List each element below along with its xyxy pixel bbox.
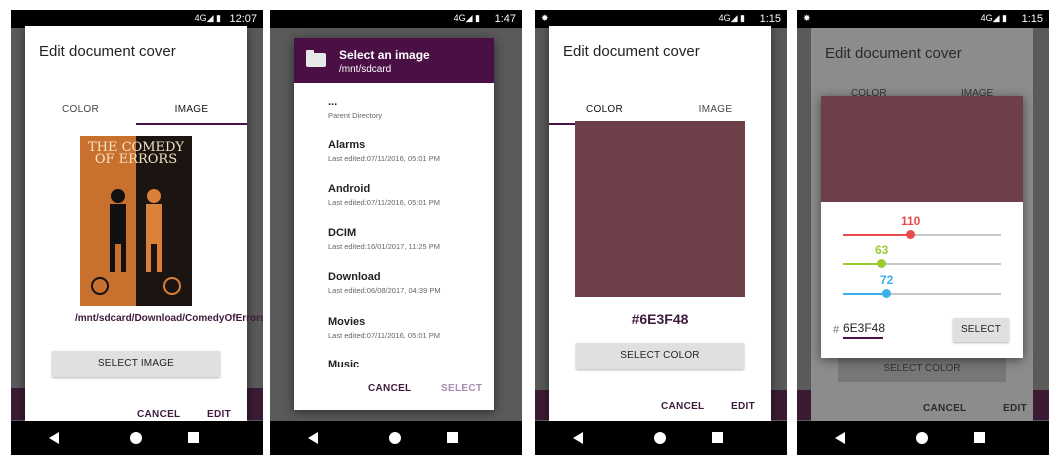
- list-item[interactable]: Music: [328, 359, 359, 367]
- back-icon[interactable]: [308, 432, 318, 444]
- edit-button[interactable]: EDIT: [207, 409, 231, 420]
- back-icon[interactable]: [573, 432, 583, 444]
- item-meta: Last edited:07/11/2016, 05:01 PM: [328, 198, 441, 207]
- recents-icon[interactable]: [447, 432, 458, 443]
- dialog-title: Edit document cover: [825, 45, 962, 62]
- file-path: /mnt/sdcard/Download/ComedyOfErrors.jpg: [75, 313, 263, 324]
- picker-actions: CANCEL SELECT: [294, 373, 494, 410]
- color-picker-dialog: 110 63 72 # 6E3F48 SELECT: [821, 96, 1023, 358]
- tab-color[interactable]: COLOR: [549, 104, 660, 115]
- item-meta: Parent Directory: [328, 111, 383, 120]
- green-slider-thumb[interactable]: [877, 259, 886, 268]
- item-meta: Last edited:07/11/2016, 05:01 PM: [328, 154, 441, 163]
- cancel-button[interactable]: CANCEL: [661, 401, 704, 412]
- status-time: 1:15: [1021, 13, 1043, 25]
- item-name: Music: [328, 359, 360, 367]
- active-tab-indicator: [136, 123, 247, 125]
- picker-path: /mnt/sdcard: [339, 64, 392, 75]
- status-time: 1:15: [759, 13, 781, 25]
- select-color-button-dimmed: SELECT COLOR: [838, 356, 1006, 382]
- tab-bar: COLOR IMAGE: [25, 98, 247, 125]
- dialog-title: Edit document cover: [563, 43, 700, 60]
- item-name: DCIM: [328, 227, 357, 239]
- item-meta: Last edited:16/01/2017, 11:25 PM: [328, 242, 441, 251]
- blue-slider-fill: [843, 293, 887, 295]
- item-meta: Last edited:07/11/2016, 05:01 PM: [328, 331, 441, 340]
- list-item[interactable]: Android Last edited:07/11/2016, 05:01 PM: [328, 183, 440, 207]
- cancel-button[interactable]: CANCEL: [137, 409, 180, 420]
- home-icon[interactable]: [654, 432, 666, 444]
- status-bar: ✸ 4G◢ ▮ 1:15: [797, 10, 1049, 28]
- signal-icon: 4G◢ ▮: [194, 13, 221, 23]
- edit-button[interactable]: EDIT: [731, 401, 755, 412]
- select-image-button[interactable]: SELECT IMAGE: [52, 351, 220, 377]
- list-item[interactable]: DCIM Last edited:16/01/2017, 11:25 PM: [328, 227, 440, 251]
- nav-bar: [535, 421, 787, 455]
- hex-label: #6E3F48: [631, 311, 689, 327]
- item-meta: Last edited:06/08/2017, 04:39 PM: [328, 286, 441, 295]
- recents-icon[interactable]: [712, 432, 723, 443]
- select-button[interactable]: SELECT: [953, 318, 1009, 342]
- phone-screen-file-picker: 4G◢ ▮ 1:47 Select an image /mnt/sdcard .…: [270, 10, 522, 455]
- nav-bar: [11, 421, 263, 455]
- select-color-button[interactable]: SELECT COLOR: [576, 343, 744, 369]
- home-icon[interactable]: [916, 432, 928, 444]
- notification-icon: ✸: [803, 13, 811, 23]
- home-icon[interactable]: [389, 432, 401, 444]
- blue-value: 72: [880, 273, 894, 287]
- cancel-button[interactable]: CANCEL: [368, 383, 411, 394]
- recents-icon[interactable]: [188, 432, 199, 443]
- signal-icon: 4G◢ ▮: [718, 13, 745, 23]
- red-slider-thumb[interactable]: [906, 230, 915, 239]
- green-value: 63: [875, 243, 889, 257]
- item-name: Download: [328, 271, 381, 283]
- figures-illustration: [91, 189, 181, 295]
- edit-cover-dialog: Edit document cover COLOR IMAGE #6E3F48 …: [549, 26, 771, 421]
- list-item[interactable]: Alarms Last edited:07/11/2016, 05:01 PM: [328, 139, 440, 163]
- item-name: Alarms: [328, 139, 366, 151]
- back-icon[interactable]: [835, 432, 845, 444]
- tab-image[interactable]: IMAGE: [136, 104, 247, 115]
- edit-cover-dialog: Edit document cover COLOR IMAGE THE COME…: [25, 26, 263, 421]
- list-item[interactable]: Download Last edited:06/08/2017, 04:39 P…: [328, 271, 441, 295]
- tab-image[interactable]: IMAGE: [660, 104, 771, 115]
- nav-bar: [270, 421, 522, 455]
- select-button[interactable]: SELECT: [441, 383, 482, 394]
- hash-label: #: [833, 324, 840, 336]
- nav-bar: [797, 421, 1049, 455]
- signal-icon: 4G◢ ▮: [980, 13, 1007, 23]
- file-picker-dialog: Select an image /mnt/sdcard ... Parent D…: [294, 38, 494, 410]
- status-time: 12:07: [229, 13, 257, 25]
- recents-icon[interactable]: [974, 432, 985, 443]
- red-slider-fill: [843, 234, 911, 236]
- color-preview: [821, 96, 1023, 202]
- blue-slider-thumb[interactable]: [882, 289, 891, 298]
- back-icon[interactable]: [49, 432, 59, 444]
- list-item[interactable]: Movies Last edited:07/11/2016, 05:01 PM: [328, 316, 440, 340]
- phone-screen-color-picker: ✸ 4G◢ ▮ 1:15 Edit document cover COLOR I…: [797, 10, 1049, 455]
- picker-header: Select an image /mnt/sdcard: [294, 38, 494, 83]
- picker-title: Select an image: [339, 48, 430, 62]
- notification-icon: ✸: [541, 13, 549, 23]
- folder-icon: [306, 50, 326, 67]
- cover-image: THE COMEDY OF ERRORS: [80, 136, 192, 306]
- dialog-title: Edit document cover: [39, 43, 176, 60]
- cancel-button[interactable]: CANCEL: [923, 403, 966, 414]
- tab-color[interactable]: COLOR: [25, 104, 136, 115]
- status-time: 1:47: [494, 13, 516, 25]
- item-name: Movies: [328, 316, 366, 328]
- hex-input[interactable]: 6E3F48: [843, 321, 885, 339]
- red-value: 110: [901, 214, 921, 228]
- phone-screen-color-tab: ✸ 4G◢ ▮ 1:15 Edit document cover COLOR I…: [535, 10, 787, 455]
- status-bar: 4G◢ ▮ 1:47: [270, 10, 522, 28]
- list-item[interactable]: ... Parent Directory: [328, 96, 382, 120]
- item-name: Android: [328, 183, 371, 195]
- edit-button[interactable]: EDIT: [1003, 403, 1027, 414]
- signal-icon: 4G◢ ▮: [453, 13, 480, 23]
- item-name: ...: [328, 96, 338, 108]
- color-swatch[interactable]: [575, 121, 745, 297]
- home-icon[interactable]: [130, 432, 142, 444]
- phone-screen-image-tab: 4G◢ ▮ 12:07 Edit document cover COLOR IM…: [11, 10, 263, 455]
